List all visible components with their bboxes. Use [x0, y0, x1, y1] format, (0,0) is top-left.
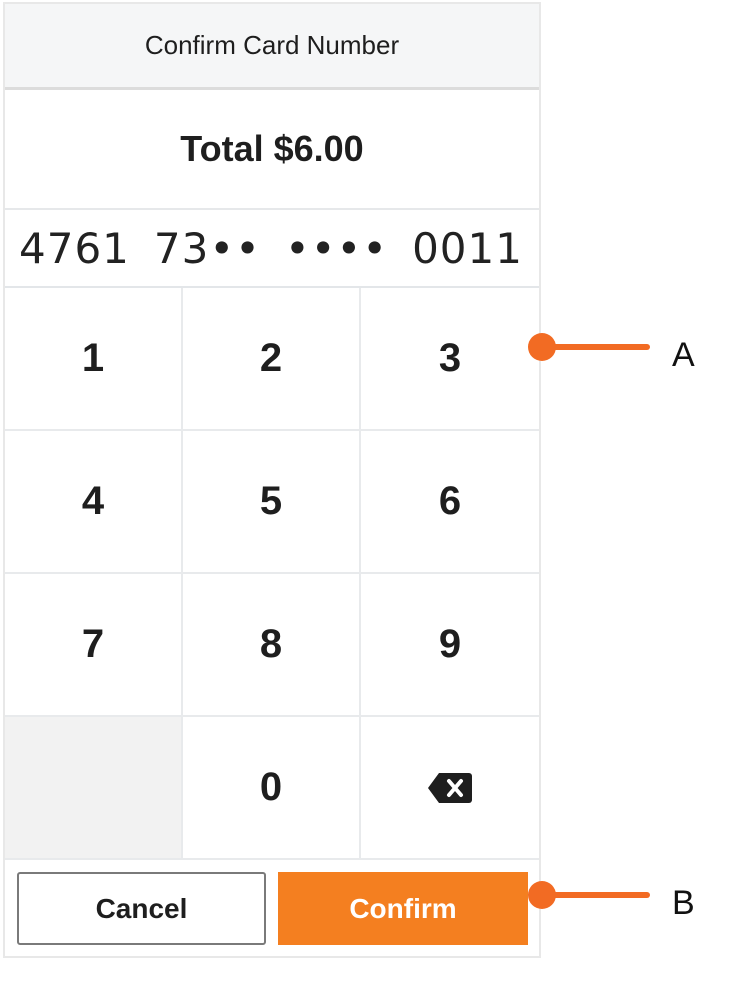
card-group-1: 4761: [19, 223, 130, 273]
callout-a-line: [540, 344, 650, 350]
card-confirm-panel: Confirm Card Number Total $6.00 4761 73•…: [3, 2, 541, 958]
key-1[interactable]: 1: [5, 288, 183, 431]
card-number-display: 4761 73•• •••• 0011: [5, 210, 539, 288]
key-5[interactable]: 5: [183, 431, 361, 574]
key-0[interactable]: 0: [183, 717, 361, 860]
action-bar: Cancel Confirm: [5, 860, 539, 956]
numeric-keypad: 1 2 3 4 5 6 7 8 9 0: [5, 288, 539, 860]
card-group-4: 0011: [412, 223, 523, 273]
backspace-button[interactable]: [361, 717, 539, 860]
key-blank: [5, 717, 183, 860]
key-2[interactable]: 2: [183, 288, 361, 431]
cancel-button[interactable]: Cancel: [17, 872, 266, 945]
card-group-3: ••••: [284, 223, 389, 273]
key-3[interactable]: 3: [361, 288, 539, 431]
key-8[interactable]: 8: [183, 574, 361, 717]
key-9[interactable]: 9: [361, 574, 539, 717]
key-6[interactable]: 6: [361, 431, 539, 574]
callout-b-line: [540, 892, 650, 898]
confirm-button[interactable]: Confirm: [278, 872, 528, 945]
callout-b-label: B: [672, 884, 695, 922]
key-4[interactable]: 4: [5, 431, 183, 574]
card-group-2: 73••: [153, 223, 261, 273]
backspace-icon: [428, 772, 472, 803]
total-amount: Total $6.00: [5, 90, 539, 210]
key-7[interactable]: 7: [5, 574, 183, 717]
page-title: Confirm Card Number: [5, 4, 539, 90]
callout-a-label: A: [672, 336, 695, 374]
